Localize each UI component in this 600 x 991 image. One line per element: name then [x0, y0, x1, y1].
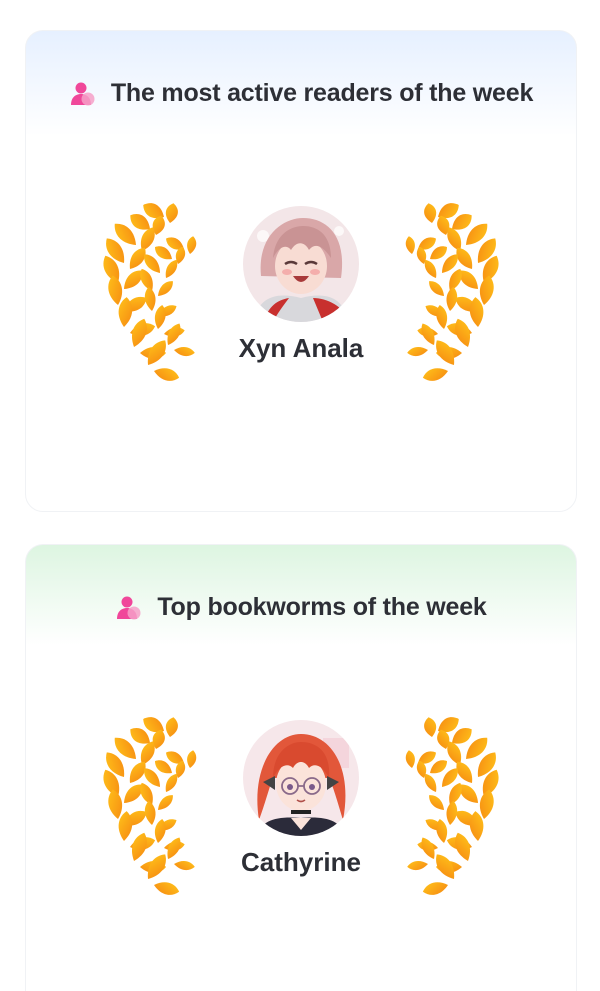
card-header: Top bookworms of the week: [26, 593, 576, 622]
card-title: The most active readers of the week: [110, 79, 534, 107]
card-title: Top bookworms of the week: [157, 593, 487, 621]
user-icon: [115, 594, 143, 622]
top-bookworms-card: Top bookworms of the week Cathyrine: [25, 544, 577, 991]
leaderboard-page: The most active readers of the week Xyn …: [0, 0, 600, 991]
winner-name[interactable]: Cathyrine: [26, 847, 576, 878]
most-active-readers-card: The most active readers of the week Xyn …: [25, 30, 577, 512]
avatar[interactable]: [243, 206, 359, 322]
avatar[interactable]: [243, 720, 359, 836]
winner-name[interactable]: Xyn Anala: [26, 333, 576, 364]
card-header: The most active readers of the week: [26, 79, 576, 108]
user-icon: [69, 80, 97, 108]
